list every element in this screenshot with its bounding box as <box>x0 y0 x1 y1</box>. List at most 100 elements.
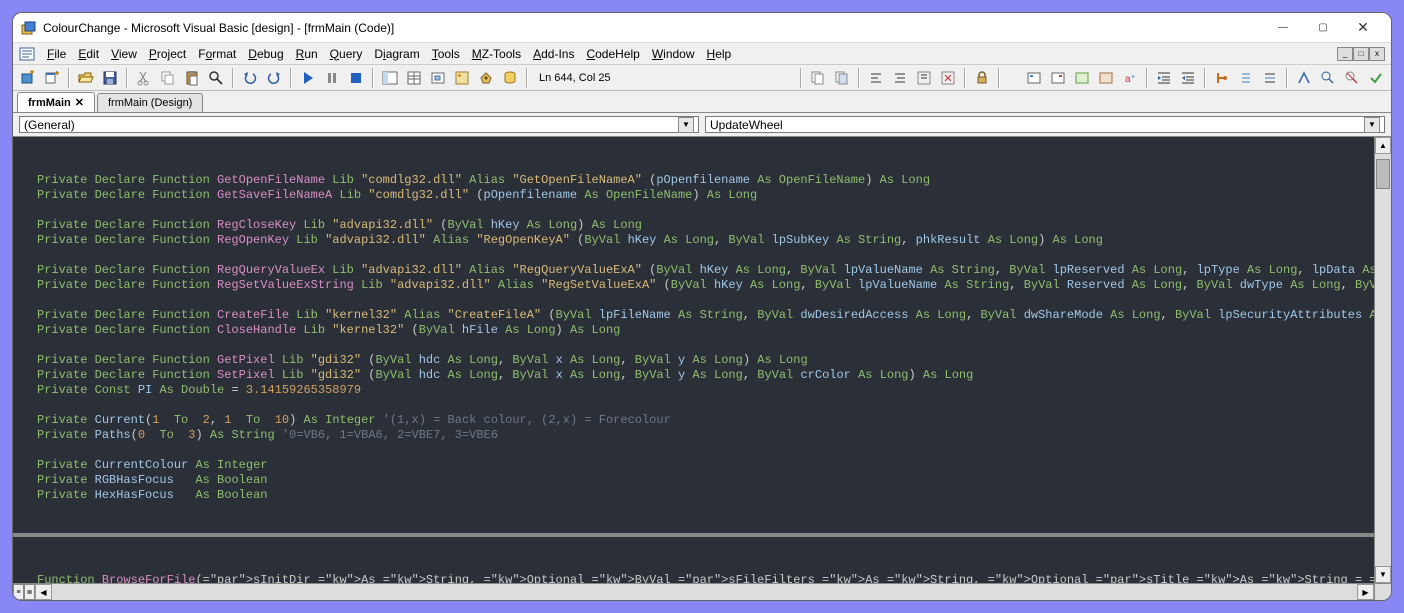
mz-tool-a5[interactable]: a+ <box>1119 67 1141 89</box>
mz-lock-button[interactable] <box>971 67 993 89</box>
menu-run[interactable]: Run <box>290 45 324 63</box>
menu-edit[interactable]: Edit <box>72 45 105 63</box>
project-explorer-button[interactable] <box>379 67 401 89</box>
stop-button[interactable] <box>345 67 367 89</box>
mz-tool-5[interactable] <box>913 67 935 89</box>
data-view-button[interactable] <box>499 67 521 89</box>
code-area: Private Declare Function GetOpenFileName… <box>13 137 1391 583</box>
mdi-restore-button[interactable]: □ <box>1353 47 1369 61</box>
scrollbar-corner <box>1374 584 1391 600</box>
minimize-button[interactable]: — <box>1263 17 1303 39</box>
mz-tool-6[interactable] <box>937 67 959 89</box>
toolbar-sep <box>290 68 292 88</box>
hscroll-track[interactable] <box>52 584 1357 600</box>
mdi-close-button[interactable]: x <box>1369 47 1385 61</box>
toolbar-sep <box>1146 68 1148 88</box>
mz-tool-a2[interactable] <box>1047 67 1069 89</box>
toolbar-sep <box>232 68 234 88</box>
scrollbar-track[interactable] <box>1375 154 1391 566</box>
save-button[interactable] <box>99 67 121 89</box>
code-splitter[interactable] <box>13 533 1374 537</box>
tab-frmmain-code[interactable]: frmMain ✕ <box>17 92 95 112</box>
toolbar-sep <box>526 68 528 88</box>
paste-button[interactable] <box>181 67 203 89</box>
mz-tool-b2[interactable] <box>1235 67 1257 89</box>
mz-tool-a4[interactable] <box>1095 67 1117 89</box>
copy-button[interactable] <box>157 67 179 89</box>
menu-tools[interactable]: Tools <box>426 45 466 63</box>
find-button[interactable] <box>205 67 227 89</box>
mdi-minimize-button[interactable]: _ <box>1337 47 1353 61</box>
add-form-button[interactable] <box>41 67 63 89</box>
add-project-button[interactable] <box>17 67 39 89</box>
menu-addins[interactable]: Add-Ins <box>527 45 580 63</box>
properties-button[interactable] <box>403 67 425 89</box>
tabstrip: frmMain ✕ frmMain (Design) <box>13 91 1391 113</box>
mz-tool-2[interactable] <box>831 67 853 89</box>
toolbar-sep <box>372 68 374 88</box>
undo-button[interactable] <box>239 67 261 89</box>
menu-diagram[interactable]: Diagram <box>368 45 425 63</box>
close-button[interactable]: ✕ <box>1343 17 1383 39</box>
procedure-view-button[interactable]: ≡ <box>13 584 24 600</box>
indent-button[interactable] <box>1153 67 1175 89</box>
menu-debug[interactable]: Debug <box>242 45 289 63</box>
mz-tool-c2[interactable] <box>1317 67 1339 89</box>
menu-view[interactable]: View <box>105 45 143 63</box>
pause-button[interactable] <box>321 67 343 89</box>
menu-codehelp[interactable]: CodeHelp <box>580 45 645 63</box>
tab-label: frmMain <box>28 97 71 109</box>
mz-tool-3[interactable] <box>865 67 887 89</box>
maximize-button[interactable]: ▢ <box>1303 17 1343 39</box>
scroll-left-icon[interactable]: ◀ <box>35 584 52 600</box>
titlebar: ColourChange - Microsoft Visual Basic [d… <box>13 13 1391 43</box>
menu-project[interactable]: Project <box>143 45 192 63</box>
toolbar-sep <box>1286 68 1288 88</box>
mz-tool-4[interactable] <box>889 67 911 89</box>
mz-tool-b1[interactable] <box>1211 67 1233 89</box>
form-layout-button[interactable] <box>427 67 449 89</box>
menu-window[interactable]: Window <box>646 45 701 63</box>
chevron-down-icon[interactable]: ▼ <box>678 117 694 133</box>
mz-tool-1[interactable] <box>807 67 829 89</box>
procedure-combo[interactable]: UpdateWheel ▼ <box>705 116 1385 133</box>
mz-tool-c4[interactable] <box>1365 67 1387 89</box>
toolbar-sep <box>964 68 966 88</box>
scroll-right-icon[interactable]: ▶ <box>1357 584 1374 600</box>
menu-help[interactable]: Help <box>701 45 738 63</box>
toolbar-sep <box>1204 68 1206 88</box>
chevron-down-icon[interactable]: ▼ <box>1364 117 1380 133</box>
scrollbar-thumb[interactable] <box>1376 159 1390 189</box>
object-browser-button[interactable] <box>451 67 473 89</box>
full-module-view-button[interactable]: ≣ <box>24 584 35 600</box>
menubar: FileEditViewProjectFormatDebugRunQueryDi… <box>13 43 1391 65</box>
menu-format[interactable]: Format <box>192 45 242 63</box>
mz-tool-c3[interactable] <box>1341 67 1363 89</box>
view-mode-buttons: ≡ ≣ <box>13 584 35 600</box>
open-button[interactable] <box>75 67 97 89</box>
toolbox-button[interactable] <box>475 67 497 89</box>
menu-query[interactable]: Query <box>324 45 369 63</box>
code-editor[interactable]: Private Declare Function GetOpenFileName… <box>13 137 1374 583</box>
procedure-combo-value: UpdateWheel <box>710 118 783 132</box>
mdi-doc-icon <box>19 47 35 61</box>
vertical-scrollbar[interactable]: ▲ ▼ <box>1374 137 1391 583</box>
run-button[interactable] <box>297 67 319 89</box>
scroll-down-icon[interactable]: ▼ <box>1375 566 1391 583</box>
outdent-button[interactable] <box>1177 67 1199 89</box>
tab-frmmain-design[interactable]: frmMain (Design) <box>97 93 203 112</box>
menu-items: FileEditViewProjectFormatDebugRunQueryDi… <box>41 45 737 63</box>
toolbar-sep <box>800 68 802 88</box>
mz-tool-a3[interactable] <box>1071 67 1093 89</box>
mz-tool-b3[interactable] <box>1259 67 1281 89</box>
horizontal-scrollbar: ≡ ≣ ◀ ▶ <box>13 583 1391 600</box>
mz-tool-c1[interactable] <box>1293 67 1315 89</box>
mz-tool-a1[interactable] <box>1023 67 1045 89</box>
tab-close-icon[interactable]: ✕ <box>75 96 84 109</box>
redo-button[interactable] <box>263 67 285 89</box>
menu-mztools[interactable]: MZ-Tools <box>466 45 527 63</box>
menu-file[interactable]: File <box>41 45 72 63</box>
cut-button[interactable] <box>133 67 155 89</box>
scroll-up-icon[interactable]: ▲ <box>1375 137 1391 154</box>
object-combo[interactable]: (General) ▼ <box>19 116 699 133</box>
